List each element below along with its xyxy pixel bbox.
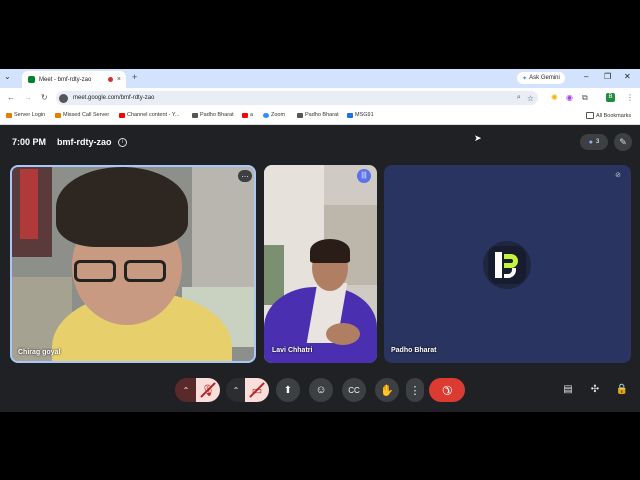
bookmark-icon — [297, 112, 303, 118]
tab-meet[interactable]: Meet - bmf-rdty-zao × — [22, 71, 126, 88]
tab-title: Meet - bmf-rdty-zao — [39, 76, 92, 83]
zoom-logo-icon — [263, 112, 269, 118]
minimize-icon[interactable]: – — [584, 72, 588, 81]
all-bookmarks[interactable]: All Bookmarks — [586, 112, 631, 119]
participant-name: Padho Bharat — [391, 347, 437, 354]
url-text: meet.google.com/bmf-rdty-zao — [73, 95, 155, 101]
tab-search-icon[interactable]: ⌄ — [4, 72, 11, 81]
more-options-icon[interactable]: … — [238, 170, 252, 182]
more-vert-icon: ⋮ — [409, 384, 421, 397]
reload-icon[interactable]: ↻ — [41, 93, 48, 102]
browser-menu-icon[interactable]: ⋮ — [626, 93, 634, 102]
more-options-button[interactable]: ⋮ — [406, 378, 424, 402]
back-icon[interactable]: ← — [7, 93, 15, 102]
new-tab-button[interactable]: + — [132, 72, 137, 82]
logo-stem — [495, 252, 502, 278]
mouse-cursor-icon: ➤ — [474, 133, 482, 143]
person-hands — [326, 323, 360, 345]
bookmark-server-login[interactable]: Server Login — [6, 112, 45, 118]
bookmark-channel-content[interactable]: Channel content - Y... — [119, 112, 179, 118]
site-info-icon[interactable] — [59, 93, 68, 103]
bookmark-missed-call-server[interactable]: Missed Call Server — [55, 112, 109, 118]
audio-options-chevron-icon[interactable]: ⌃ — [175, 378, 197, 402]
participant-name: Lavi Chhatri — [272, 347, 313, 354]
bookmark-icon — [347, 112, 353, 118]
raise-hand-button[interactable]: ✋ — [375, 378, 399, 402]
chat-icon[interactable]: ▤ — [559, 381, 577, 399]
speaking-indicator-icon: ||| — [357, 169, 371, 183]
logo-p-bowl — [504, 254, 518, 268]
bookmark-padho-bharat-2[interactable]: Padho Bharat — [297, 112, 339, 118]
tab-close-icon[interactable]: × — [117, 76, 121, 83]
bookmark-zoom[interactable]: Zoom — [263, 112, 285, 118]
captions-button[interactable]: CC — [342, 378, 366, 402]
glasses-left — [74, 260, 116, 282]
present-icon: ⬆ — [283, 384, 293, 396]
meeting-info-icon[interactable]: i — [118, 138, 127, 147]
profile-avatar-icon[interactable]: B — [606, 93, 615, 102]
meeting-time: 7:00 PM — [12, 137, 47, 147]
logo-b-bowl — [504, 268, 516, 278]
people-icon: ● — [588, 138, 593, 146]
background-red-item — [20, 169, 38, 239]
participant-tile-lavi[interactable]: Lavi Chhatri — [264, 165, 377, 363]
video-options-chevron-icon[interactable]: ⌃ — [226, 378, 246, 402]
emoji-icon: ☺ — [315, 384, 327, 396]
bookmark-msg91[interactable]: MSG91 — [347, 112, 374, 118]
bookmark-star-icon[interactable]: ☆ — [527, 94, 534, 103]
youtube-icon — [242, 112, 248, 118]
forward-icon[interactable]: → — [24, 93, 32, 102]
meet-favicon-icon — [28, 76, 35, 83]
gemini-icon: ✦ — [522, 75, 528, 82]
address-bar[interactable]: meet.google.com/bmf-rdty-zao ⌕ ☆ — [56, 91, 538, 105]
maximize-icon[interactable]: ❐ — [604, 72, 611, 81]
bookmark-icon — [55, 112, 61, 118]
person-hair — [56, 167, 188, 247]
ask-gemini-button[interactable]: ✦ Ask Gemini — [517, 72, 565, 84]
bookmark-a[interactable]: a — [242, 112, 253, 118]
host-controls-lock-icon[interactable]: 🔒 — [613, 381, 631, 399]
recording-indicator-icon — [107, 77, 113, 82]
present-screen-button[interactable]: ⬆ — [276, 378, 300, 402]
bookmark-icon — [192, 112, 198, 118]
hand-icon: ✋ — [380, 384, 394, 397]
bookmark-padho-bharat[interactable]: Padho Bharat — [192, 112, 234, 118]
captions-icon: CC — [348, 385, 360, 395]
window-close-icon[interactable]: ✕ — [624, 72, 631, 81]
participants-indicator[interactable]: ● 3 — [580, 134, 608, 150]
participant-name: Chirag goyal — [18, 349, 61, 356]
folder-icon — [586, 112, 594, 119]
extension-circle-icon[interactable]: ◉ — [566, 93, 573, 102]
extension-sun-icon[interactable]: ✺ — [551, 93, 558, 102]
padho-bharat-avatar — [483, 241, 531, 289]
hang-up-icon: ✆ — [438, 381, 456, 399]
leave-call-button[interactable]: ✆ — [429, 378, 465, 402]
meeting-code: bmf-rdty-zao — [57, 137, 112, 147]
person-hair — [310, 239, 350, 263]
youtube-icon — [119, 112, 125, 118]
padho-bharat-logo-icon — [488, 246, 526, 284]
zoom-icon[interactable]: ⌕ — [517, 94, 521, 102]
glasses-right — [124, 260, 166, 282]
activities-icon[interactable]: ✣ — [586, 381, 604, 399]
edit-pencil-icon[interactable]: ✎ — [614, 133, 632, 151]
participant-tile-chirag[interactable]: Chirag goyal — [10, 165, 256, 363]
reactions-button[interactable]: ☺ — [309, 378, 333, 402]
extensions-puzzle-icon[interactable]: ⧉ — [582, 93, 588, 103]
bookmark-icon — [6, 112, 12, 118]
mic-off-icon: ⊘ — [615, 172, 621, 179]
